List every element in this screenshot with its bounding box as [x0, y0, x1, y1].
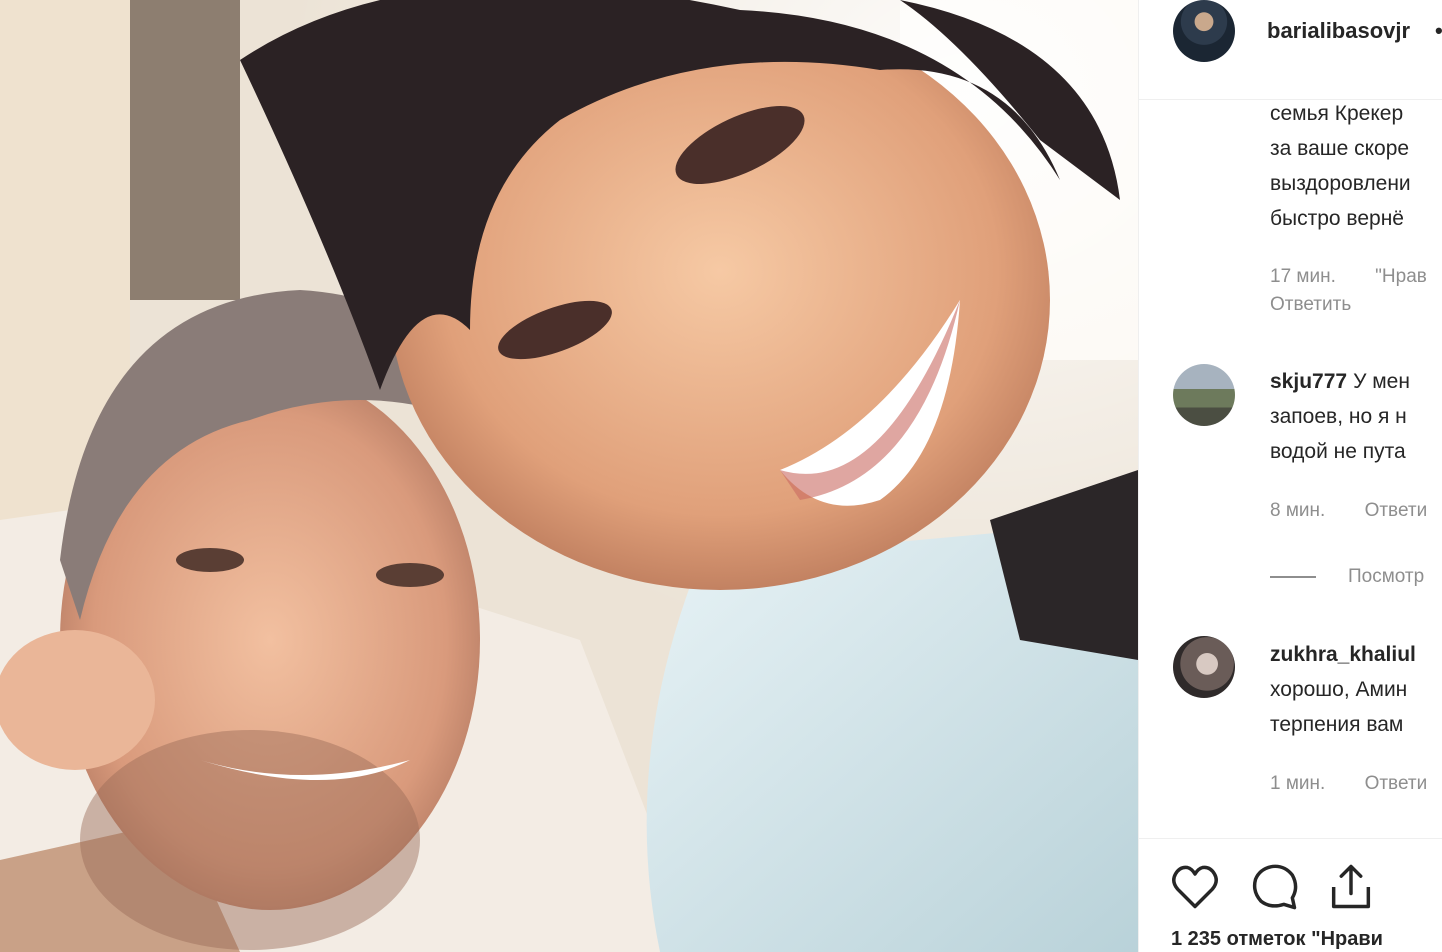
post-photo[interactable]: [0, 0, 1138, 952]
comment-3-time[interactable]: 1 мин.: [1270, 773, 1325, 794]
comment-2-reply-button[interactable]: Ответи: [1365, 500, 1428, 521]
header-separator: •: [1435, 18, 1442, 43]
comment-3-text: zukhra_khaliul хорошо, Амин терпения вам: [1270, 637, 1442, 742]
replies-dash: [1270, 575, 1316, 578]
post-sidebar: barialibasovjr • семья Крекер за ваше ск…: [1138, 0, 1442, 952]
share-icon[interactable]: [1325, 861, 1377, 913]
likes-count[interactable]: 1 235 отметок "Нрави: [1171, 928, 1383, 951]
comment-1-line-3: выздоровлени: [1270, 172, 1411, 195]
comment-3-meta: 1 мин. Ответи: [1270, 773, 1442, 795]
comment-1-line-2: за ваше скоре: [1270, 137, 1410, 160]
comment-1-text: семья Крекер за ваше скоре выздоровлени …: [1270, 96, 1442, 236]
comment-1-meta: 17 мин. "Нрав: [1270, 266, 1442, 288]
comment-3-line-3: терпения вам: [1270, 713, 1404, 736]
author-avatar[interactable]: [1173, 0, 1235, 62]
comment-3-username[interactable]: zukhra_khaliul: [1270, 643, 1416, 666]
comment-2-line-1: У мен: [1353, 370, 1410, 393]
comment-2-username[interactable]: skju777: [1270, 370, 1347, 393]
comment-3-line-2: хорошо, Амин: [1270, 678, 1408, 701]
comment-3-reply-button[interactable]: Ответи: [1365, 773, 1428, 794]
comment-1-likes[interactable]: "Нрав: [1375, 266, 1427, 287]
post-header: barialibasovjr •: [1139, 0, 1442, 100]
comment-1-time[interactable]: 17 мин.: [1270, 266, 1336, 287]
view-replies-label: Посмотр: [1348, 566, 1425, 587]
comment-1-line-4: быстро вернё: [1270, 207, 1404, 230]
heart-icon[interactable]: [1169, 861, 1221, 913]
comment-1-reply-button[interactable]: Ответить: [1270, 294, 1351, 316]
view-replies-button[interactable]: Посмотр: [1270, 566, 1424, 588]
comment-2-text: skju777 У мен запоев, но я н водой не пут…: [1270, 364, 1442, 469]
comment-1-line-1: семья Крекер: [1270, 102, 1404, 125]
comment-2-line-2: запоев, но я н: [1270, 405, 1407, 428]
selfie-image: [0, 0, 1138, 952]
comment-2-meta: 8 мин. Ответи: [1270, 500, 1442, 522]
author-username[interactable]: barialibasovjr: [1267, 18, 1410, 44]
comment-2-line-3: водой не пута: [1270, 440, 1406, 463]
comment-bubble-icon[interactable]: [1249, 861, 1301, 913]
commenter-avatar[interactable]: [1173, 364, 1235, 426]
commenter-avatar[interactable]: [1173, 636, 1235, 698]
comment-2-time[interactable]: 8 мин.: [1270, 500, 1325, 521]
